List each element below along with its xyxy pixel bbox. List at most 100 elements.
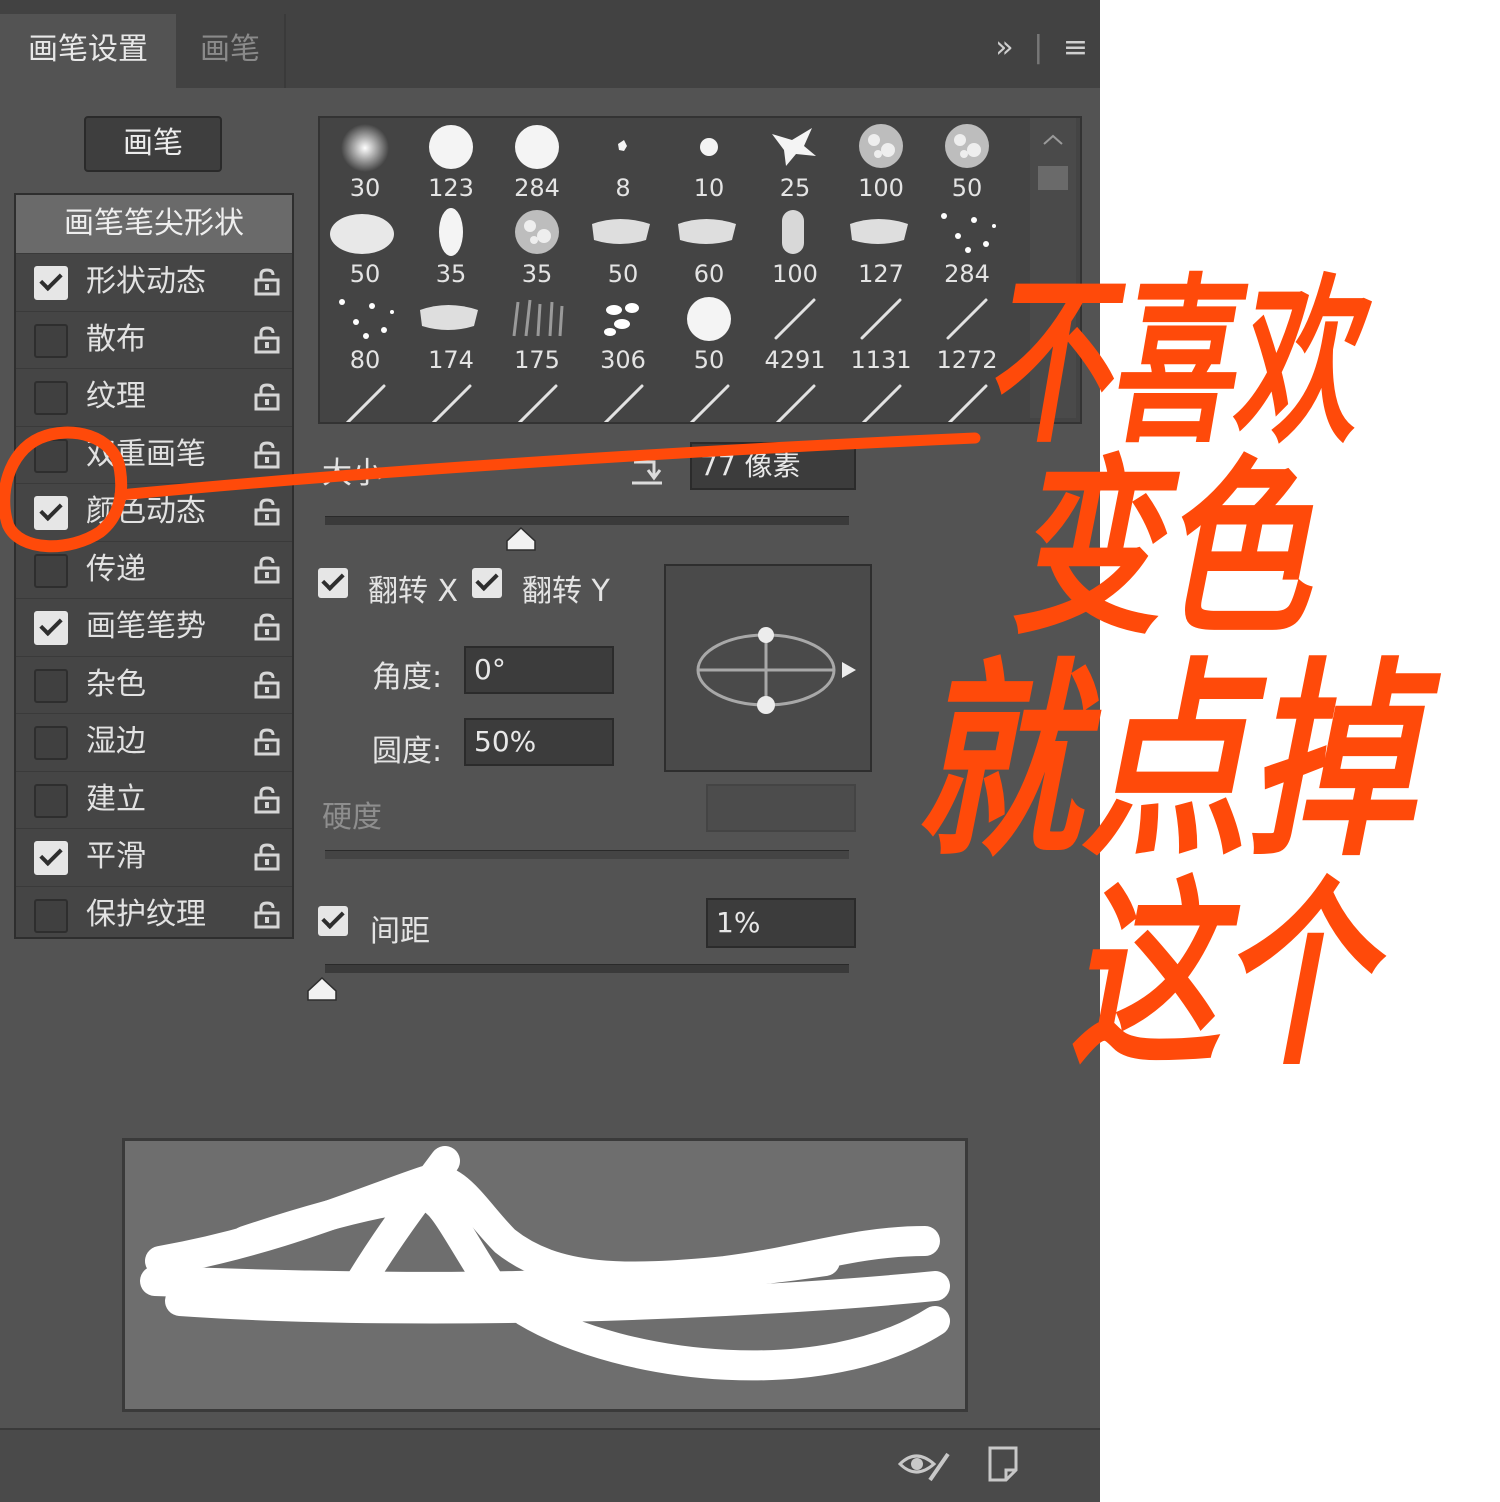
lock-icon[interactable]	[254, 613, 280, 641]
lock-icon[interactable]	[254, 785, 280, 814]
option-checkbox[interactable]	[34, 841, 68, 875]
option-row[interactable]: 双重画笔	[16, 425, 292, 484]
option-label[interactable]: 颜色动态	[86, 484, 206, 540]
brush-tip-shape-header[interactable]: 画笔笔尖形状	[16, 195, 292, 253]
tab-brushes[interactable]: 画笔	[176, 14, 286, 88]
brush-preset[interactable]: 50	[924, 120, 1010, 206]
brush-preset[interactable]: 127	[838, 206, 924, 292]
brush-preset[interactable]	[838, 378, 924, 422]
option-row[interactable]: 颜色动态	[16, 483, 292, 541]
eye-brush-icon[interactable]	[896, 1444, 952, 1484]
flip-x-checkbox[interactable]	[318, 568, 348, 598]
option-row[interactable]: 传递	[16, 540, 292, 599]
brush-preset[interactable]	[924, 378, 1010, 422]
spacing-checkbox[interactable]	[318, 906, 348, 936]
option-row[interactable]: 平滑	[16, 828, 292, 886]
option-label[interactable]: 湿边	[86, 714, 146, 770]
brush-preset[interactable]: 50	[666, 292, 752, 378]
brush-preset[interactable]	[322, 378, 408, 422]
lock-icon[interactable]	[254, 383, 280, 411]
brush-preset[interactable]: 123	[408, 120, 494, 206]
hamburger-menu-icon[interactable]: ≡	[1063, 30, 1088, 65]
roundness-field[interactable]: 50%	[464, 718, 614, 766]
scroll-up-icon[interactable]	[1030, 118, 1076, 158]
option-checkbox[interactable]	[34, 323, 68, 358]
option-checkbox[interactable]	[34, 266, 68, 300]
option-checkbox[interactable]	[34, 496, 68, 530]
option-label[interactable]: 画笔笔势	[86, 599, 206, 655]
lock-icon[interactable]	[254, 843, 280, 871]
lock-icon[interactable]	[254, 268, 280, 296]
brush-preset[interactable]	[752, 378, 838, 422]
lock-icon[interactable]	[254, 440, 280, 469]
scroll-thumb[interactable]	[1038, 166, 1068, 190]
brush-preset[interactable]: 8	[580, 120, 666, 206]
brush-preset[interactable]	[408, 378, 494, 422]
brush-preset[interactable]: 10	[666, 120, 752, 206]
reset-size-icon[interactable]	[628, 452, 664, 486]
option-checkbox[interactable]	[34, 438, 68, 473]
preset-scrollbar[interactable]	[1030, 118, 1076, 418]
spacing-slider[interactable]	[325, 964, 849, 973]
option-checkbox[interactable]	[34, 726, 68, 760]
brush-preset[interactable]: 1131	[838, 292, 924, 378]
lock-icon[interactable]	[254, 728, 280, 756]
brush-preset[interactable]: 284	[924, 206, 1010, 292]
option-checkbox[interactable]	[34, 553, 68, 588]
option-row[interactable]: 形状动态	[16, 253, 292, 311]
option-label[interactable]: 传递	[86, 542, 146, 598]
brush-preset[interactable]: 35	[408, 206, 494, 292]
option-row[interactable]: 杂色	[16, 655, 292, 714]
option-row[interactable]: 保护纹理	[16, 885, 292, 944]
brush-preset[interactable]	[494, 378, 580, 422]
brush-preset[interactable]: 4291	[752, 292, 838, 378]
lock-icon[interactable]	[254, 325, 280, 354]
option-label[interactable]: 双重画笔	[86, 427, 206, 483]
option-checkbox[interactable]	[34, 668, 68, 703]
brush-preset[interactable]: 1272	[924, 292, 1010, 378]
size-slider-knob[interactable]	[506, 527, 536, 551]
brush-preset[interactable]: 50	[322, 206, 408, 292]
brush-preset[interactable]: 100	[838, 120, 924, 206]
size-field[interactable]: 77 像素	[690, 442, 856, 490]
lock-icon[interactable]	[254, 670, 280, 699]
option-row[interactable]: 纹理	[16, 368, 292, 426]
angle-field[interactable]: 0°	[464, 646, 614, 694]
option-label[interactable]: 纹理	[86, 369, 146, 425]
lock-icon[interactable]	[254, 555, 280, 584]
size-slider[interactable]	[325, 516, 849, 525]
option-row[interactable]: 建立	[16, 770, 292, 829]
option-checkbox[interactable]	[34, 898, 68, 933]
brush-button[interactable]: 画笔	[84, 116, 222, 172]
option-row[interactable]: 湿边	[16, 713, 292, 771]
brush-preset[interactable]: 175	[494, 292, 580, 378]
new-preset-icon[interactable]	[986, 1444, 1020, 1482]
option-row[interactable]: 散布	[16, 310, 292, 369]
brush-preset[interactable]: 80	[322, 292, 408, 378]
angle-roundness-widget[interactable]	[664, 564, 872, 772]
brush-preset[interactable]	[580, 378, 666, 422]
brush-preset[interactable]: 306	[580, 292, 666, 378]
brush-preset[interactable]	[666, 378, 752, 422]
tab-brush-settings[interactable]: 画笔设置	[0, 14, 176, 88]
brush-preset[interactable]: 35	[494, 206, 580, 292]
option-label[interactable]: 杂色	[86, 657, 146, 713]
flip-y-checkbox[interactable]	[472, 568, 502, 598]
brush-preset[interactable]: 174	[408, 292, 494, 378]
spacing-slider-knob[interactable]	[307, 977, 337, 1001]
option-checkbox[interactable]	[34, 381, 68, 415]
double-chevron-right-icon[interactable]: »	[995, 30, 1013, 65]
brush-preset[interactable]: 30	[322, 120, 408, 206]
option-row[interactable]: 画笔笔势	[16, 598, 292, 656]
angle-ellipse-icon[interactable]	[666, 566, 870, 770]
option-label[interactable]: 建立	[86, 772, 146, 828]
option-label[interactable]: 保护纹理	[86, 887, 206, 943]
brush-preset[interactable]: 50	[580, 206, 666, 292]
option-label[interactable]: 散布	[86, 312, 146, 368]
lock-icon[interactable]	[254, 900, 280, 929]
brush-preset[interactable]: 60	[666, 206, 752, 292]
brush-preset[interactable]: 25	[752, 120, 838, 206]
lock-icon[interactable]	[254, 498, 280, 526]
spacing-field[interactable]: 1%	[706, 898, 856, 948]
option-checkbox[interactable]	[34, 783, 68, 818]
